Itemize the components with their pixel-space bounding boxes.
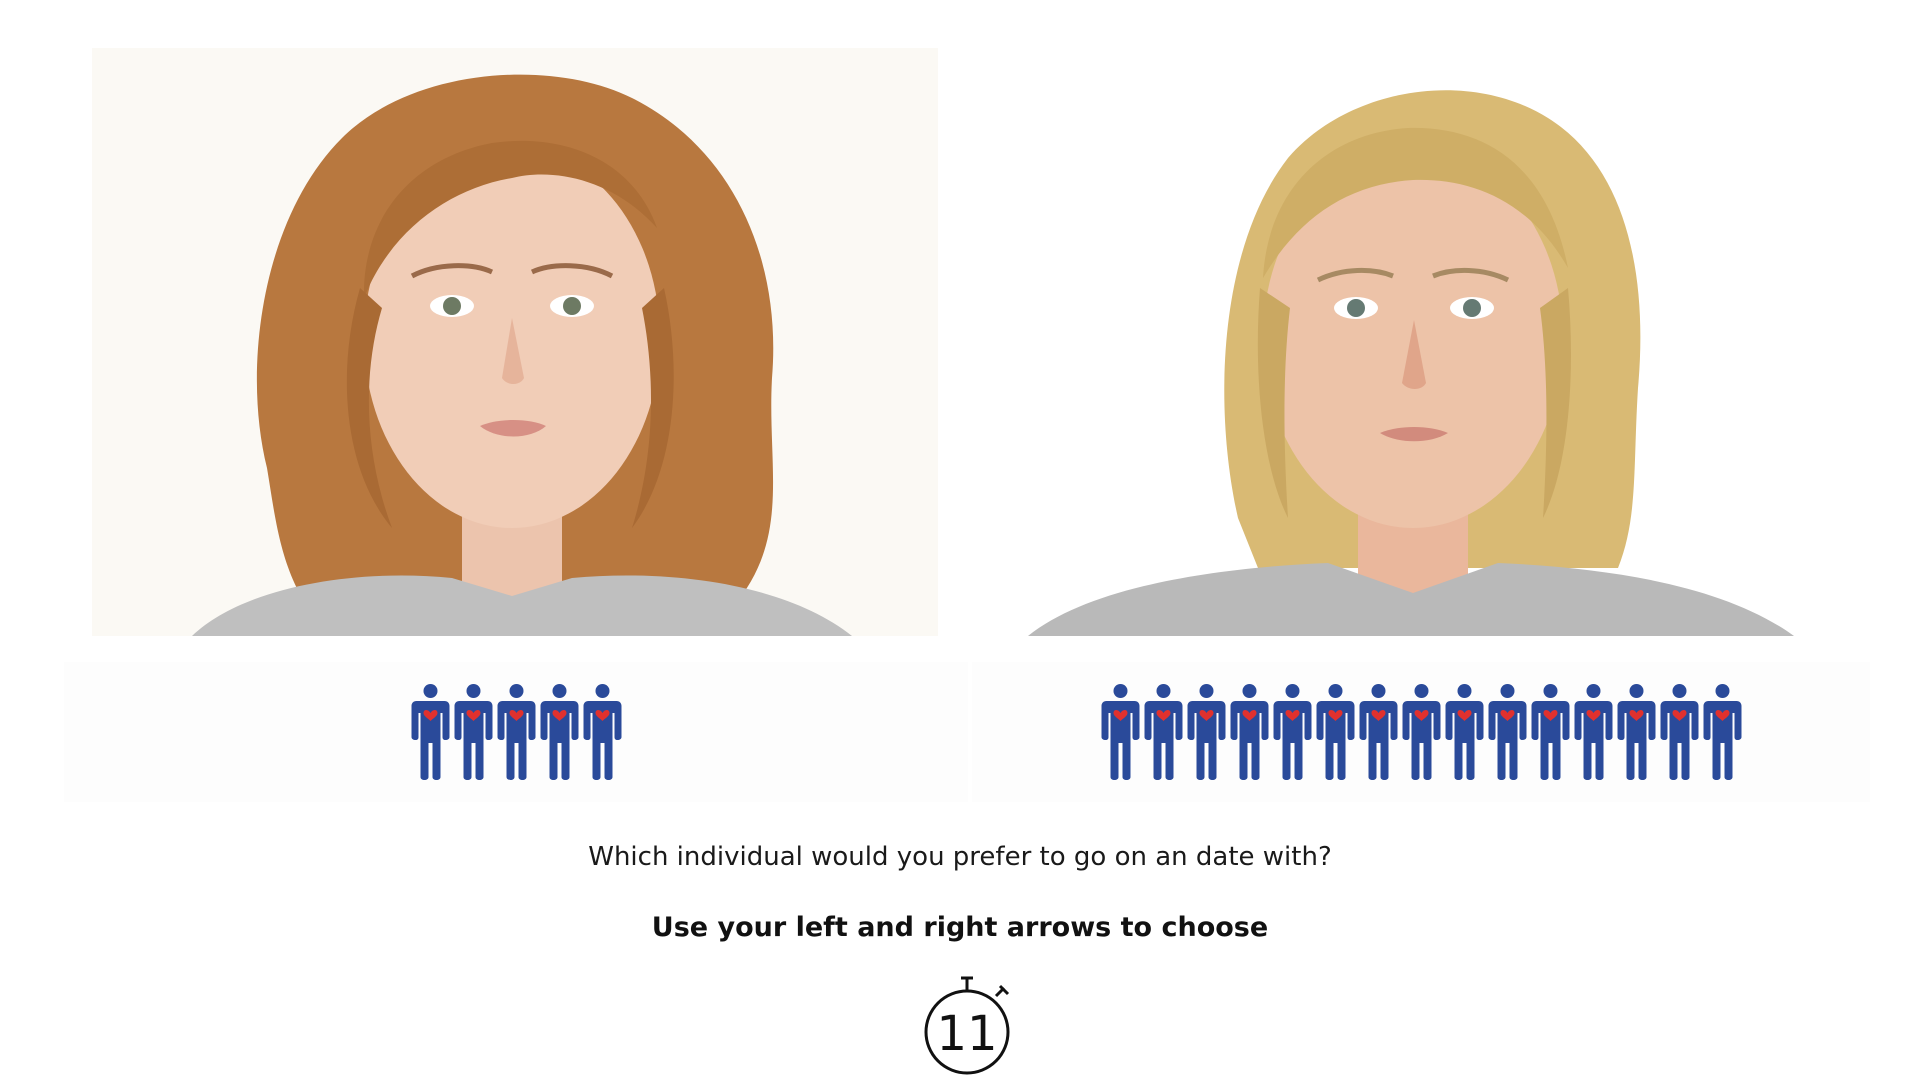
person-icon xyxy=(1488,684,1526,780)
popularity-strip-right xyxy=(972,662,1870,802)
person-icon xyxy=(1402,684,1440,780)
person-icon xyxy=(1316,684,1354,780)
person-icon xyxy=(583,684,621,780)
person-icon xyxy=(1574,684,1612,780)
face-photo-left[interactable] xyxy=(92,48,938,636)
person-icon xyxy=(411,684,449,780)
choice-screen: Which individual would you prefer to go … xyxy=(0,0,1920,1080)
person-icon-row-left xyxy=(409,683,624,781)
person-icon xyxy=(1144,684,1182,780)
person-icon-row-right xyxy=(1099,683,1744,781)
person-icon xyxy=(540,684,578,780)
instruction-text: Use your left and right arrows to choose xyxy=(651,912,1269,943)
face-photo-right[interactable] xyxy=(1028,48,1794,636)
question-text: Which individual would you prefer to go … xyxy=(588,842,1332,872)
person-icon xyxy=(1359,684,1397,780)
popularity-strip-left xyxy=(64,662,968,802)
timer-value: 11 xyxy=(936,1006,998,1062)
person-icon xyxy=(1445,684,1483,780)
countdown-timer: 11 xyxy=(918,976,1016,1076)
person-icon xyxy=(1230,684,1268,780)
person-icon xyxy=(1273,684,1311,780)
person-icon xyxy=(1187,684,1225,780)
person-icon xyxy=(1660,684,1698,780)
person-icon xyxy=(1531,684,1569,780)
face-image-right xyxy=(1028,90,1794,636)
person-icon xyxy=(1703,684,1741,780)
person-icon xyxy=(497,684,535,780)
person-icon xyxy=(454,684,492,780)
face-image-left xyxy=(192,74,852,636)
person-icon xyxy=(1101,684,1139,780)
person-icon xyxy=(1617,684,1655,780)
